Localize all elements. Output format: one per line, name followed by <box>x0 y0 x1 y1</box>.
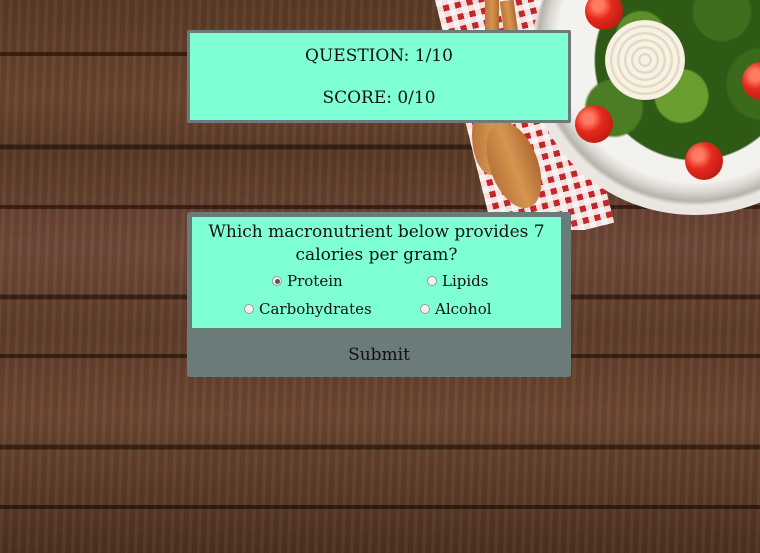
answer-options: Protein Lipids Carbohydrates Alcohol <box>192 269 561 329</box>
quiz-status-panel: QUESTION: 1/10 SCORE: 0/10 <box>187 30 571 123</box>
option-label: Protein <box>287 272 343 290</box>
option-alcohol[interactable]: Alcohol <box>420 300 492 318</box>
score-counter: SCORE: 0/10 <box>322 87 436 108</box>
option-protein-radio[interactable] <box>272 276 282 286</box>
option-lipids[interactable]: Lipids <box>427 272 488 290</box>
mozzarella-cheese <box>605 20 685 100</box>
question-text: Which macronutrient below provides 7 cal… <box>208 222 545 265</box>
option-protein[interactable]: Protein <box>272 272 343 290</box>
submit-button[interactable]: Submit <box>187 333 571 377</box>
wood-plank-divider <box>0 505 760 509</box>
question-counter: QUESTION: 1/10 <box>305 45 453 66</box>
option-carbohydrates-radio[interactable] <box>244 304 254 314</box>
option-alcohol-radio[interactable] <box>420 304 430 314</box>
tomato <box>575 105 613 143</box>
option-label: Carbohydrates <box>259 300 372 318</box>
tomato <box>685 142 723 180</box>
option-label: Lipids <box>442 272 489 290</box>
quiz-card: Which macronutrient below provides 7 cal… <box>187 212 571 377</box>
option-carbohydrates[interactable]: Carbohydrates <box>244 300 372 318</box>
option-label: Alcohol <box>435 300 492 318</box>
option-lipids-radio[interactable] <box>427 276 437 286</box>
question-panel: Which macronutrient below provides 7 cal… <box>192 217 561 328</box>
